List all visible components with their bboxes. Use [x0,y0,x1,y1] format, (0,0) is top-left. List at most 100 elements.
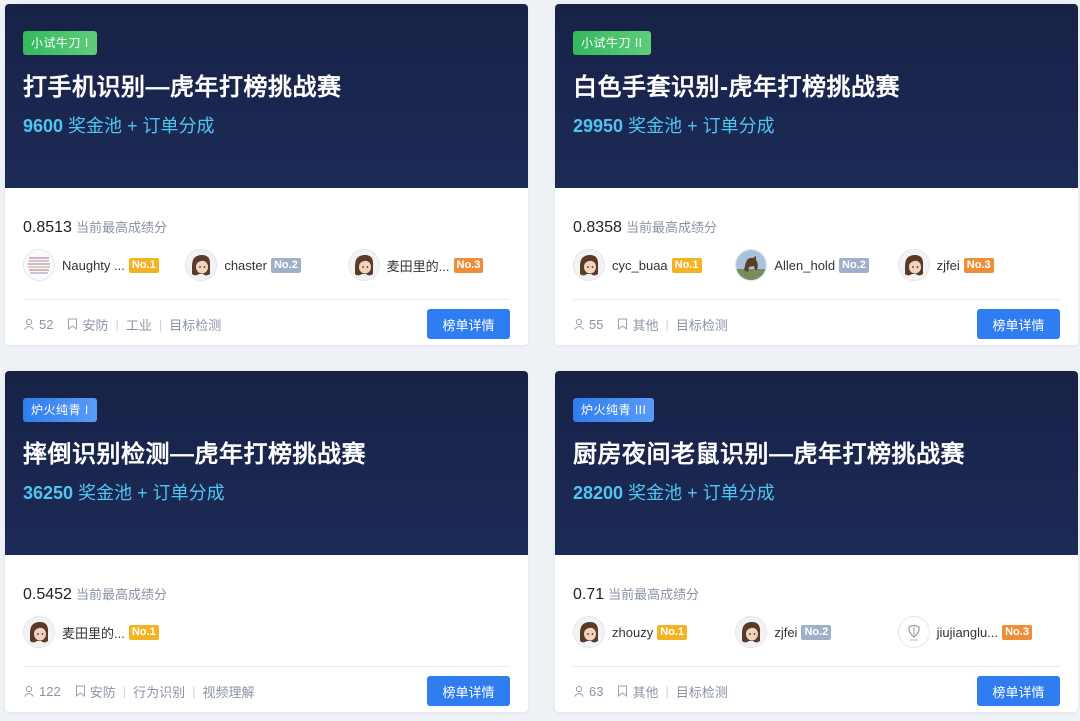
rank-badge: No.2 [839,257,869,273]
card-title[interactable]: 白色手套识别-虎年打榜挑战赛 [573,67,1078,102]
card-banner: 炉火纯青 III 厨房夜间老鼠识别—虎年打榜挑战赛 28200 奖金池 + 订单… [555,371,1078,555]
leaderboard-details-button[interactable]: 榜单详情 [977,309,1060,339]
competition-card[interactable]: 炉火纯青 III 厨房夜间老鼠识别—虎年打榜挑战赛 28200 奖金池 + 订单… [555,371,1078,712]
bookmark-icon [67,318,78,330]
category-tag: 行为识别 [133,684,186,700]
leaderboard-details-button[interactable]: 榜单详情 [977,676,1060,706]
category-tag: 目标检测 [675,317,728,333]
category-tag: 目标检测 [675,684,728,700]
participant-count: 122 [39,683,61,699]
ranker-name: zjfei [774,624,798,640]
prize-line: 28200 奖金池 + 订单分成 [573,479,1078,505]
ranker[interactable]: chaster No.2 [185,249,347,281]
cartoon-girl-avatar [573,616,605,648]
score-line: 0.5452 当前最高成绩分 [23,555,510,604]
competition-card[interactable]: 小试牛刀 II 白色手套识别-虎年打榜挑战赛 29950 奖金池 + 订单分成 … [555,4,1078,345]
category-tag: 其他 [632,317,659,333]
card-meta: 55 其他 | 目标检测 [573,315,728,334]
prize-text: 奖金池 + 订单分成 [63,116,215,136]
ranker-name: zjfei [936,257,960,273]
divider [573,299,1060,300]
rank-badge: No.3 [1002,624,1032,640]
prize-amount: 28200 [573,483,624,503]
prize-amount: 29950 [573,116,624,136]
rank-badge: No.1 [657,624,688,640]
ranker-list: 麦田里的... No.1 [23,616,510,648]
score-label: 当前最高成绩分 [625,220,717,235]
card-footer: 52 安防 | 工业 | 目标检测 榜单详情 [23,309,510,339]
divider [23,299,510,300]
competition-card[interactable]: 小试牛刀 I 打手机识别—虎年打榜挑战赛 9600 奖金池 + 订单分成 0.8… [5,4,528,345]
score-label: 当前最高成绩分 [75,587,167,602]
score-line: 0.71 当前最高成绩分 [573,555,1060,604]
ranker-name: 麦田里的... [62,625,125,641]
score-line: 0.8513 当前最高成绩分 [23,188,510,237]
ranker-name: Naughty ... [62,257,125,273]
ranker[interactable]: jiujianglu... No.3 [897,616,1060,648]
prize-text: 奖金池 + 订单分成 [73,483,225,503]
card-banner: 炉火纯青 I 摔倒识别检测—虎年打榜挑战赛 36250 奖金池 + 订单分成 [5,371,528,555]
logo-avatar [897,616,930,648]
bookmark-icon [617,318,628,330]
card-meta: 52 安防 | 工业 | 目标检测 [23,315,221,334]
user-icon [23,318,35,330]
card-footer: 63 其他 | 目标检测 榜单详情 [573,676,1060,706]
rank-badge: No.1 [128,624,159,640]
card-title[interactable]: 摔倒识别检测—虎年打榜挑战赛 [23,434,528,469]
ranker-name: zhouzy [612,624,654,640]
rank-badge: No.2 [270,257,301,273]
cartoon-girl-avatar [347,249,380,281]
participant-count: 55 [589,316,604,332]
ranker[interactable]: cyc_buaa No.1 [573,249,735,281]
participant-count: 52 [39,316,54,332]
ranker-list: cyc_buaa No.1 Allen_hold No.2 zjfei No.3 [573,249,1060,281]
user-icon [23,685,35,697]
score-label: 当前最高成绩分 [75,220,167,235]
card-meta: 122 安防 | 行为识别 | 视频理解 [23,682,255,701]
prize-line: 9600 奖金池 + 订单分成 [23,112,528,138]
score-line: 0.8358 当前最高成绩分 [573,188,1060,237]
prize-text: 奖金池 + 订单分成 [623,483,775,503]
level-tag: 小试牛刀 I [23,31,97,55]
divider [23,666,510,667]
ranker-list: Naughty ... No.1 chaster No.2 麦田里的... No… [23,249,510,281]
ranker[interactable]: 麦田里的... No.3 [347,249,510,281]
ranker-name: chaster [224,257,267,273]
ranker[interactable]: zhouzy No.1 [573,616,735,648]
ranker[interactable]: zjfei No.2 [735,616,897,648]
top-score: 0.8358 [573,219,622,236]
leaderboard-details-button[interactable]: 榜单详情 [427,309,510,339]
competition-card[interactable]: 炉火纯青 I 摔倒识别检测—虎年打榜挑战赛 36250 奖金池 + 订单分成 0… [5,371,528,712]
ranker[interactable]: zjfei No.3 [897,249,1060,281]
cartoon-girl-avatar [735,616,768,648]
prize-amount: 36250 [23,483,74,503]
level-tag: 炉火纯青 III [573,398,655,422]
horse-photo-avatar [735,249,768,281]
pattern-avatar [23,249,55,281]
card-banner: 小试牛刀 I 打手机识别—虎年打榜挑战赛 9600 奖金池 + 订单分成 [5,4,528,188]
ranker-list: zhouzy No.1 zjfei No.2 jiujianglu... No.… [573,616,1060,648]
ranker[interactable]: Allen_hold No.2 [735,249,897,281]
card-title[interactable]: 厨房夜间老鼠识别—虎年打榜挑战赛 [573,434,1078,469]
leaderboard-details-button[interactable]: 榜单详情 [427,676,510,706]
card-meta: 63 其他 | 目标检测 [573,682,728,701]
rank-badge: No.1 [671,257,702,273]
user-icon [573,685,585,697]
bookmark-icon [75,685,86,697]
rank-badge: No.3 [963,257,994,273]
category-tag: 其他 [632,684,659,700]
ranker-name: cyc_buaa [612,257,668,273]
cartoon-girl-avatar [573,249,605,281]
top-score: 0.71 [573,586,605,603]
ranker[interactable]: 麦田里的... No.1 [23,616,198,648]
ranker-name: 麦田里的... [386,258,450,274]
level-tag: 小试牛刀 II [573,31,651,55]
category-tag: 安防 [82,317,109,333]
prize-text: 奖金池 + 订单分成 [623,116,775,136]
prize-amount: 9600 [23,116,64,136]
category-tag: 视频理解 [202,684,255,700]
card-title[interactable]: 打手机识别—虎年打榜挑战赛 [23,67,528,102]
ranker[interactable]: Naughty ... No.1 [23,249,185,281]
rank-badge: No.2 [801,624,832,640]
rank-badge: No.1 [128,257,159,273]
